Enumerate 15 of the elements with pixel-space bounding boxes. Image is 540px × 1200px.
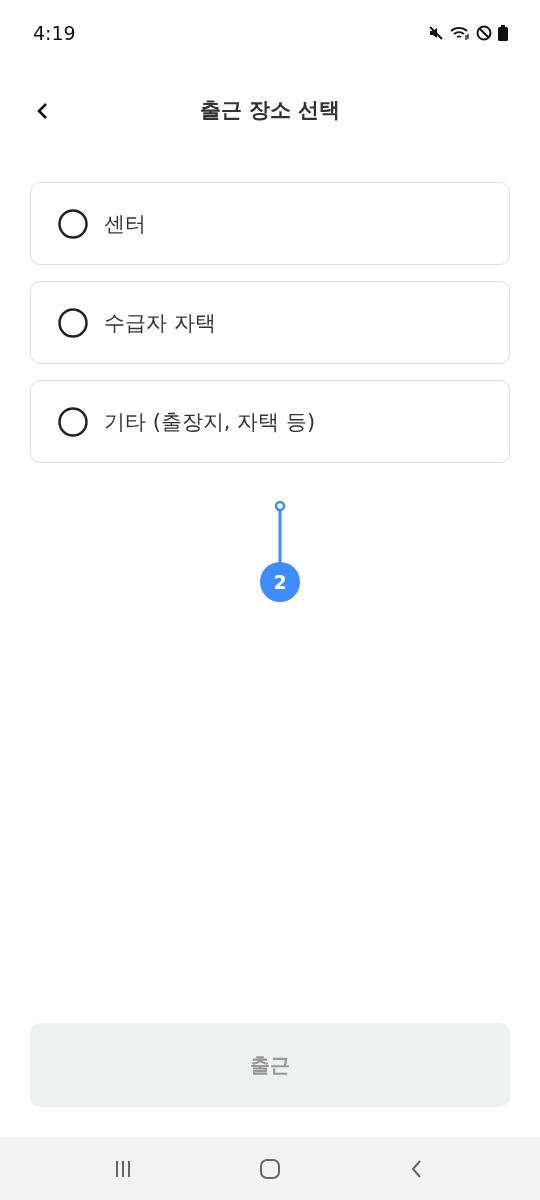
status-time: 4:19 [33,22,76,44]
location-option[interactable]: 기타 (출장지, 자택 등) [30,380,510,463]
wifi-icon [450,25,470,41]
radio-button[interactable] [58,307,88,338]
location-option[interactable]: 수급자 자택 [30,281,510,364]
recent-apps-icon[interactable] [113,1158,133,1179]
radio-button[interactable] [58,208,88,239]
location-option[interactable]: 센터 [30,182,510,265]
back-icon [36,102,50,120]
mute-icon [428,25,444,41]
radio-button[interactable] [58,406,88,437]
home-icon[interactable] [259,1157,281,1180]
battery-icon [498,25,508,41]
page-title: 출근 장소 선택 [199,97,341,124]
block-icon [476,25,492,41]
